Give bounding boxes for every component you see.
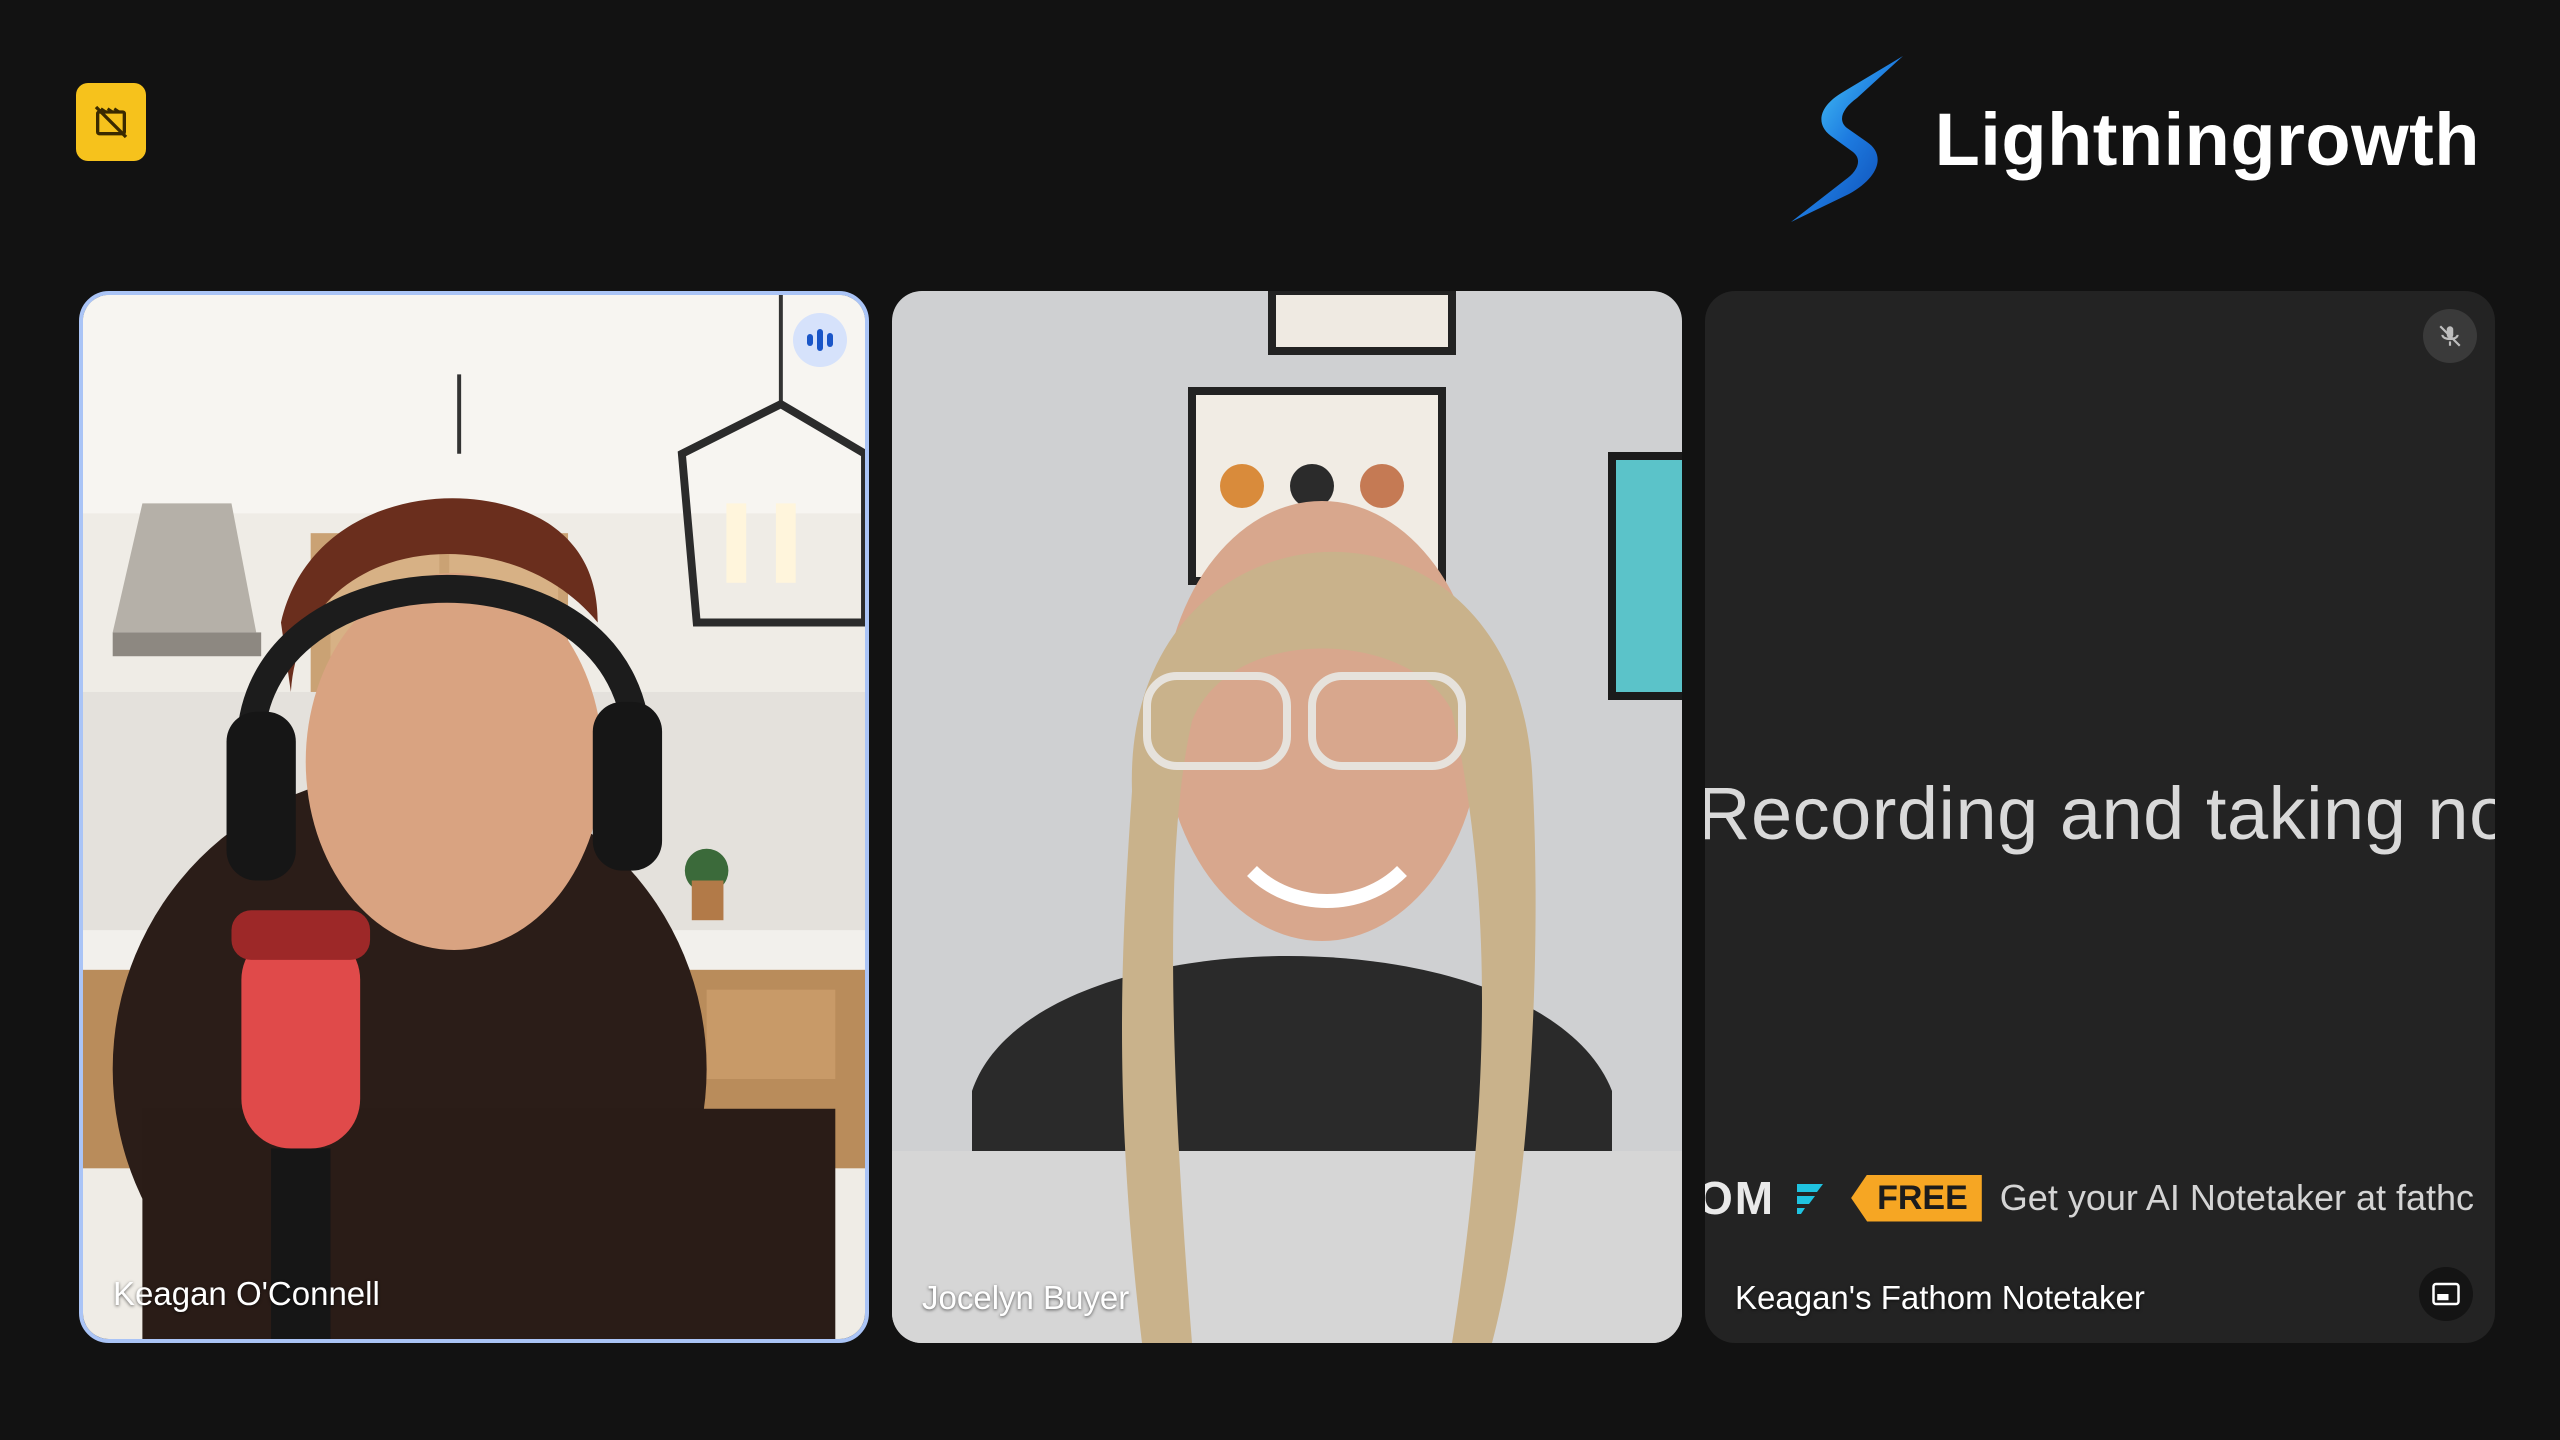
- no-video-icon[interactable]: [76, 83, 146, 161]
- recording-status-text: Recording and taking notes: [1705, 772, 2495, 855]
- participant-name: Keagan O'Connell: [113, 1275, 380, 1312]
- meeting-stage: Lightningrowth Keagan O'Connell Jocelyn …: [0, 0, 2560, 1440]
- promo-brand: OM: [1705, 1172, 1776, 1224]
- audio-bars-icon: [793, 313, 847, 367]
- promo-banner: OM FREE Get your AI Notetaker at fathc: [1705, 1171, 2474, 1225]
- promo-text: Get your AI Notetaker at fathc: [1999, 1177, 2475, 1218]
- participant-name: Jocelyn Buyer: [922, 1279, 1130, 1316]
- fathom-logo-icon: [1797, 1184, 1824, 1214]
- brand-name: Lightningrowth: [1934, 97, 2480, 181]
- participant-tile-notetaker[interactable]: Recording and taking notes OM FREE Get y…: [1705, 291, 2495, 1343]
- lightning-logo-icon: [1790, 56, 1903, 222]
- participant-tile-jocelyn[interactable]: Jocelyn Buyer: [892, 291, 1682, 1343]
- brand: Lightningrowth: [1790, 56, 2480, 222]
- participant-tile-keagan[interactable]: Keagan O'Connell: [79, 291, 869, 1343]
- participant-name: Keagan's Fathom Notetaker: [1735, 1279, 2145, 1316]
- free-badge: FREE: [1851, 1174, 1982, 1222]
- picture-in-picture-icon[interactable]: [2419, 1267, 2473, 1321]
- video-feed: [892, 291, 1682, 1343]
- video-feed: [83, 295, 865, 1339]
- mic-off-icon: [2423, 309, 2477, 363]
